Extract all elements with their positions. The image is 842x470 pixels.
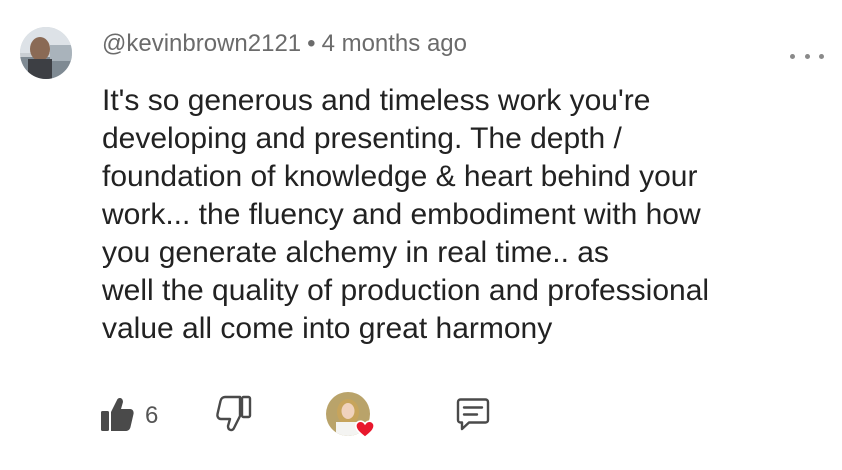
comment-card: @kevinbrown2121 • 4 months ago It's so gen… xyxy=(0,0,842,470)
more-options-icon-dot xyxy=(819,53,824,59)
comment-text-line: well the quality of production and profe… xyxy=(102,274,710,307)
thumbs-up-icon xyxy=(101,397,134,431)
like-button[interactable] xyxy=(98,394,136,434)
heart-icon xyxy=(355,420,375,439)
creator-heart-badge[interactable] xyxy=(326,392,378,442)
author-avatar-image xyxy=(20,27,72,79)
dislike-button[interactable] xyxy=(215,394,253,434)
comment-text-line: value all come into great harmony xyxy=(102,312,553,345)
comment-actions: 6 xyxy=(0,390,842,440)
comment-meta: @kevinbrown2121 • 4 months ago xyxy=(102,30,467,58)
more-options-icon-dot xyxy=(790,53,795,59)
comment-text-line: developing and presenting. The depth / xyxy=(102,122,622,155)
more-options-button[interactable] xyxy=(790,44,824,68)
meta-separator: • xyxy=(307,30,316,57)
comment-text-line: foundation of knowledge & heart behind y… xyxy=(102,160,698,193)
comment-text: It's so generous and timeless work you'r… xyxy=(102,82,822,348)
like-count: 6 xyxy=(145,402,159,429)
comment-text-line: you generate alchemy in real time.. as xyxy=(102,236,609,269)
reply-button[interactable] xyxy=(453,396,493,434)
comment-text-line: work... the fluency and embodiment with … xyxy=(102,198,701,231)
comment-text-line: It's so generous and timeless work you'r… xyxy=(102,84,651,117)
comment-reply-icon xyxy=(456,398,490,431)
thumbs-down-icon xyxy=(216,395,252,432)
more-options-icon-dot xyxy=(804,53,810,59)
comment-timestamp[interactable]: 4 months ago xyxy=(322,30,467,57)
author-avatar[interactable] xyxy=(20,27,72,79)
author-handle[interactable]: @kevinbrown2121 xyxy=(102,30,301,57)
